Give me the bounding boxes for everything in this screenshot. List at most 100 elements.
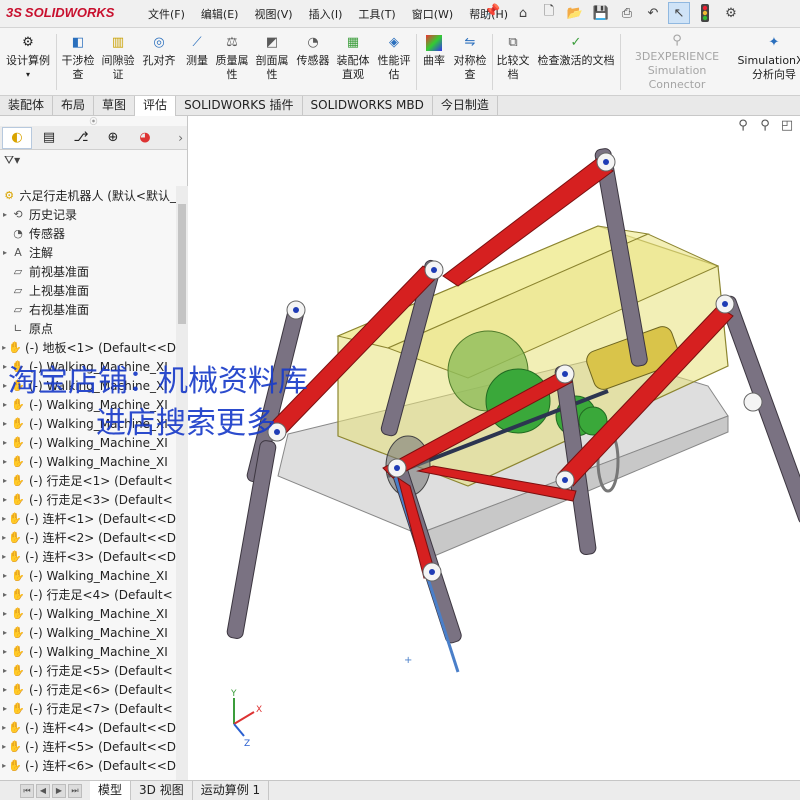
tab-evaluate[interactable]: 评估: [135, 96, 177, 116]
expand-arrow-icon[interactable]: ▸: [0, 419, 10, 428]
expand-arrow-icon[interactable]: ▸: [0, 628, 10, 637]
compare-documents-button[interactable]: ⧉ 比较文档: [496, 34, 530, 92]
open-icon[interactable]: 📂: [564, 2, 586, 24]
tree-item[interactable]: ▸ ✋ (-) 连杆<4> (Default<<D: [0, 718, 176, 737]
curvature-button[interactable]: 曲率: [420, 34, 448, 92]
expand-arrow-icon[interactable]: ▸: [0, 761, 8, 770]
expand-arrow-icon[interactable]: ▸: [0, 495, 10, 504]
check-active-document-button[interactable]: ✓ 检查激活的文档: [534, 34, 618, 92]
menu-file[interactable]: 文件(F): [140, 6, 193, 22]
tree-item[interactable]: ▸ ✋ (-) 行走足<6> (Default<: [0, 680, 176, 699]
zoom-area-icon[interactable]: ⚲: [756, 118, 774, 136]
tree-item[interactable]: ▸ ✋ (-) Walking_Machine_XI: [0, 604, 176, 623]
tree-root[interactable]: ⚙ 六足行走机器人 (默认<默认_: [0, 186, 176, 205]
panel-grip[interactable]: ⦿: [0, 116, 187, 126]
tree-item[interactable]: ▱ 上视基准面: [0, 281, 176, 300]
graphics-viewport[interactable]: ⚲ ⚲ ◰ + Y X Z: [188, 116, 800, 780]
tree-item[interactable]: ▸ ✋ (-) 连杆<3> (Default<<D: [0, 547, 176, 566]
tree-item[interactable]: ▸ ✋ (-) 连杆<5> (Default<<D: [0, 737, 176, 756]
tree-item[interactable]: ▸ ✋ (-) 行走足<5> (Default<: [0, 661, 176, 680]
filter-icon[interactable]: ⛛▾: [0, 150, 187, 172]
new-icon[interactable]: 🗋: [538, 2, 560, 24]
tree-item[interactable]: ▸ ✋ (-) Walking_Machine_XI: [0, 623, 176, 642]
dimxpert-tab-icon[interactable]: ⊕: [98, 127, 128, 149]
print-icon[interactable]: ⎙: [616, 2, 638, 24]
tab-motion-study-1[interactable]: 运动算例 1: [193, 781, 270, 800]
expand-arrow-icon[interactable]: ▸: [0, 476, 10, 485]
tab-manufacturing-today[interactable]: 今日制造: [433, 96, 498, 116]
interference-check-button[interactable]: ◧ 干涉检查: [60, 34, 96, 92]
previous-view-icon[interactable]: ◰: [778, 118, 796, 136]
prev-tab-icon[interactable]: ◀: [36, 783, 50, 798]
property-manager-tab-icon[interactable]: ▤: [34, 127, 64, 149]
expand-arrow-icon[interactable]: ▸: [0, 666, 10, 675]
tab-sketch[interactable]: 草图: [94, 96, 136, 116]
expand-arrow-icon[interactable]: ▸: [0, 533, 8, 542]
performance-evaluation-button[interactable]: ◈ 性能评估: [374, 34, 414, 92]
expand-arrow-icon[interactable]: ▸: [0, 590, 10, 599]
tree-item[interactable]: ▸ ✋ (-) Walking_Machine_XI: [0, 395, 176, 414]
expand-arrow-icon[interactable]: ▸: [0, 609, 10, 618]
sensor-button[interactable]: ◔ 传感器: [294, 34, 332, 92]
solidworks-logo[interactable]: 3S SOLIDWORKS: [6, 5, 114, 20]
expand-arrow-icon[interactable]: ▸: [0, 685, 10, 694]
tree-item[interactable]: ▸ ✋ (-) 行走足<1> (Default<: [0, 471, 176, 490]
expand-arrow-icon[interactable]: ▸: [0, 343, 8, 352]
last-tab-icon[interactable]: ⏭: [68, 783, 82, 798]
tree-item[interactable]: ▱ 右视基准面: [0, 300, 176, 319]
tree-item[interactable]: ▸ ✋ (-) 地板<1> (Default<<D: [0, 338, 176, 357]
tree-item[interactable]: ▸ ✋ (-) Walking_Machine_XI: [0, 642, 176, 661]
expand-arrow-icon[interactable]: ▸: [0, 248, 10, 257]
tree-scrollbar[interactable]: [176, 186, 188, 780]
tab-solidworks-addins[interactable]: SOLIDWORKS 插件: [176, 96, 303, 116]
next-tab-icon[interactable]: ▶: [52, 783, 66, 798]
design-study-button[interactable]: ⚙ 设计算例 ▾: [4, 34, 52, 92]
tree-item[interactable]: ▸ ✋ (-) Walking_Machine_XI: [0, 452, 176, 471]
expand-arrow-icon[interactable]: ▸: [0, 438, 10, 447]
panel-more-icon[interactable]: ›: [178, 131, 183, 145]
tree-item[interactable]: ▸ ✋ (-) 行走足<7> (Default<: [0, 699, 176, 718]
expand-arrow-icon[interactable]: ▸: [0, 704, 10, 713]
feature-tree-tab-icon[interactable]: ◐: [2, 126, 32, 149]
tree-item[interactable]: ▸ ✋ (-) Walking_Machine_XI: [0, 376, 176, 395]
tab-solidworks-mbd[interactable]: SOLIDWORKS MBD: [303, 96, 433, 116]
tab-assembly[interactable]: 装配体: [0, 96, 54, 116]
menu-view[interactable]: 视图(V): [246, 6, 300, 22]
hole-alignment-button[interactable]: ◎ 孔对齐: [140, 34, 178, 92]
tree-item[interactable]: ▸ ✋ (-) 行走足<4> (Default<: [0, 585, 176, 604]
clearance-verification-button[interactable]: ▥ 间隙验证: [100, 34, 136, 92]
tab-layout[interactable]: 布局: [53, 96, 95, 116]
options-icon[interactable]: ⚙: [720, 2, 742, 24]
section-properties-button[interactable]: ◩ 剖面属性: [254, 34, 290, 92]
home-icon[interactable]: ⌂: [512, 2, 534, 24]
menu-tools[interactable]: 工具(T): [350, 6, 403, 22]
tree-item[interactable]: ◔ 传感器: [0, 224, 176, 243]
select-icon[interactable]: ↖: [668, 2, 690, 24]
scroll-thumb[interactable]: [178, 204, 186, 324]
save-icon[interactable]: 💾: [590, 2, 612, 24]
tree-item[interactable]: ▸ ✋ (-) Walking_Machine_XI: [0, 433, 176, 452]
simulationxpress-button[interactable]: ✦ SimulationXp 分析向导: [734, 34, 800, 92]
display-manager-tab-icon[interactable]: ◕: [130, 127, 160, 149]
menu-insert[interactable]: 插入(I): [301, 6, 351, 22]
expand-arrow-icon[interactable]: ▸: [0, 723, 8, 732]
expand-arrow-icon[interactable]: ▸: [0, 571, 10, 580]
tree-item[interactable]: ▸ ✋ (-) 连杆<1> (Default<<D: [0, 509, 176, 528]
tab-3d-view[interactable]: 3D 视图: [131, 781, 193, 800]
symmetry-check-button[interactable]: ⇋ 对称检查: [450, 34, 490, 92]
expand-arrow-icon[interactable]: ▸: [0, 647, 10, 656]
tree-item[interactable]: ▸ A 注解: [0, 243, 176, 262]
expand-arrow-icon[interactable]: ▸: [0, 362, 10, 371]
expand-arrow-icon[interactable]: ▸: [0, 210, 10, 219]
3dexperience-simulation-connector-button[interactable]: ⚲ 3DEXPERIENCE Simulation Connector: [622, 34, 732, 92]
measure-button[interactable]: ⟋ 测量: [182, 34, 212, 92]
tree-item[interactable]: ∟ 原点: [0, 319, 176, 338]
tree-item[interactable]: ▸ ✋ (-) 连杆<2> (Default<<D: [0, 528, 176, 547]
traffic-light-icon[interactable]: [694, 2, 716, 24]
tree-item[interactable]: ▸ ⟲ 历史记录: [0, 205, 176, 224]
expand-arrow-icon[interactable]: ▸: [0, 457, 10, 466]
tree-item[interactable]: ▸ ✋ (-) Walking_Machine_XI: [0, 357, 176, 376]
expand-arrow-icon[interactable]: ▸: [0, 552, 8, 561]
zoom-to-fit-icon[interactable]: ⚲: [734, 118, 752, 136]
undo-icon[interactable]: ↶: [642, 2, 664, 24]
